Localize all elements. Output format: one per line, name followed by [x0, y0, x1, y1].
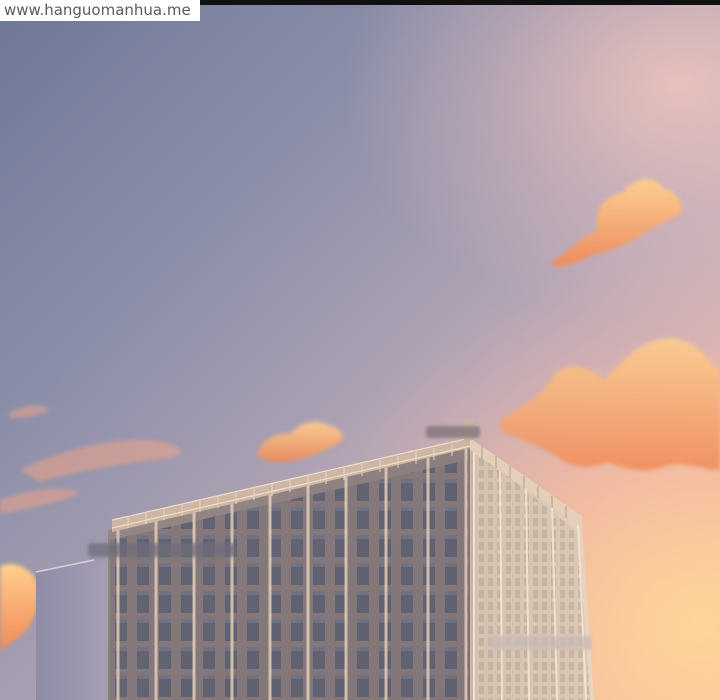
cloud-bottom-left — [0, 563, 39, 650]
blurred-sign-roof — [426, 426, 480, 438]
blurred-sign-front — [88, 543, 236, 557]
comic-panel: www.hanguomanhua.me — [0, 0, 720, 700]
site-watermark: www.hanguomanhua.me — [0, 0, 200, 21]
cloud-left-streaks — [0, 405, 181, 514]
office-tower — [108, 418, 594, 700]
cloud-right — [500, 338, 720, 471]
cloud-center — [258, 421, 343, 463]
blurred-sign-side — [488, 636, 592, 650]
low-building — [35, 559, 108, 700]
cloud-upper-right — [552, 179, 682, 267]
cityscape-illustration — [0, 179, 720, 700]
